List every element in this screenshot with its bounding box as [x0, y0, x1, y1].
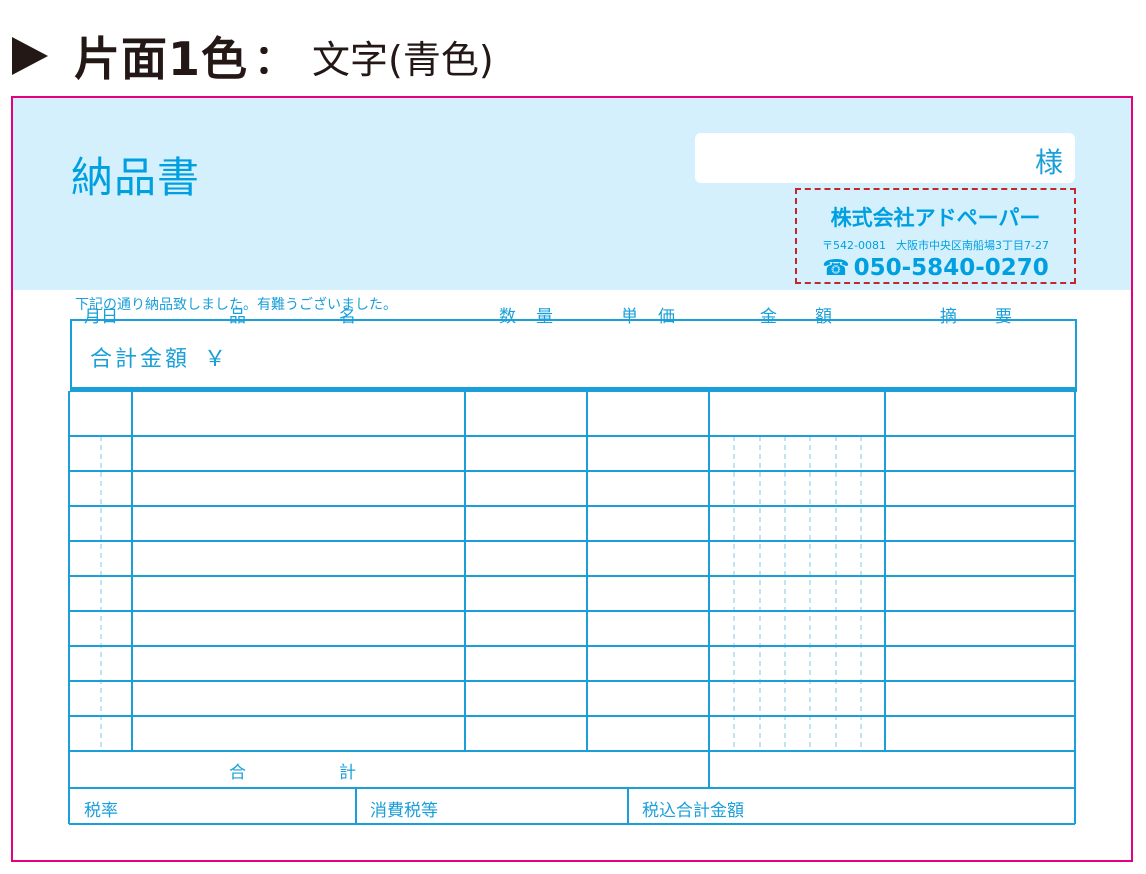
tax-rate-label: 税率	[84, 801, 118, 821]
tax-included-total-label: 税込合計金額	[642, 801, 744, 821]
slip-table-grid	[68, 391, 1076, 825]
sum-label-a: 合	[229, 763, 246, 783]
col-memo-a: 摘	[940, 307, 957, 327]
sum-label-b: 計	[339, 763, 356, 783]
col-item-a: 品	[229, 307, 246, 327]
col-amount-a: 金	[760, 307, 777, 327]
consumption-tax-label: 消費税等	[370, 801, 438, 821]
col-memo-b: 要	[995, 307, 1012, 327]
col-item-b: 名	[339, 307, 356, 327]
col-price-b: 価	[658, 307, 675, 327]
col-amount-b: 額	[815, 307, 832, 327]
col-date: 月日	[84, 307, 118, 327]
col-qty-b: 量	[536, 307, 553, 327]
col-qty-a: 数	[499, 307, 516, 327]
col-price-a: 単	[621, 307, 638, 327]
